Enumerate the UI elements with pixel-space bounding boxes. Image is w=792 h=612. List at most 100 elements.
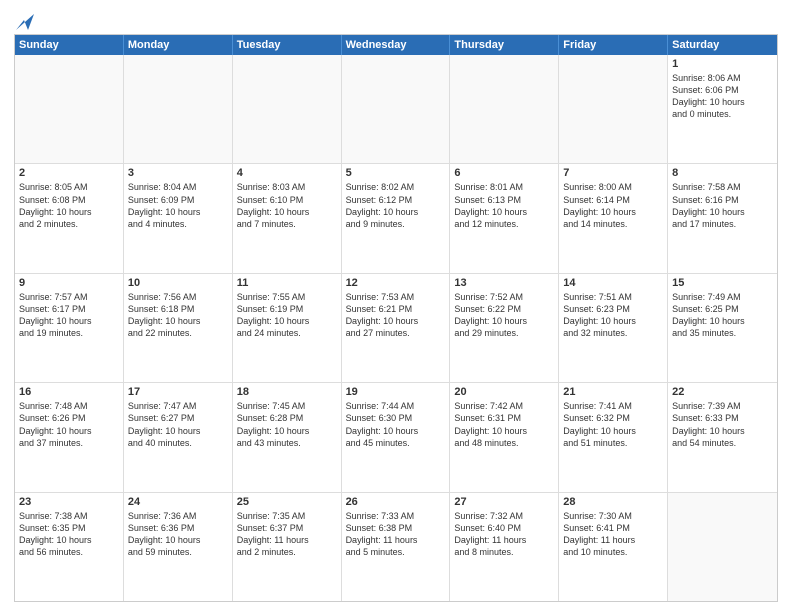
calendar-cell: 1 Sunrise: 8:06 AM Sunset: 6:06 PM Daylig…	[668, 55, 777, 163]
day-info: Sunrise: 7:38 AM Sunset: 6:35 PM Dayligh…	[19, 510, 119, 559]
calendar-body: 1 Sunrise: 8:06 AM Sunset: 6:06 PM Daylig…	[15, 55, 777, 601]
day-number: 19	[346, 386, 446, 398]
calendar-cell: 17Sunrise: 7:47 AM Sunset: 6:27 PM Dayli…	[124, 383, 233, 491]
day-number: 13	[454, 277, 554, 289]
calendar-cell	[559, 55, 668, 163]
day-info: Sunrise: 8:04 AM Sunset: 6:09 PM Dayligh…	[128, 181, 228, 230]
day-info: Sunrise: 7:52 AM Sunset: 6:22 PM Dayligh…	[454, 291, 554, 340]
calendar-header-saturday: Saturday	[668, 35, 777, 55]
calendar-cell	[233, 55, 342, 163]
calendar-cell: 20 Sunrise: 7:42 AM Sunset: 6:31 PM Dayli…	[450, 383, 559, 491]
day-info: Sunrise: 8:01 AM Sunset: 6:13 PM Dayligh…	[454, 181, 554, 230]
calendar-cell: 9 Sunrise: 7:57 AM Sunset: 6:17 PM Daylig…	[15, 274, 124, 382]
calendar-cell: 21 Sunrise: 7:41 AM Sunset: 6:32 PM Dayli…	[559, 383, 668, 491]
calendar-cell: 2Sunrise: 8:05 AM Sunset: 6:08 PM Daylig…	[15, 164, 124, 272]
calendar-cell	[15, 55, 124, 163]
day-info: Sunrise: 7:33 AM Sunset: 6:38 PM Dayligh…	[346, 510, 446, 559]
calendar-cell: 7 Sunrise: 8:00 AM Sunset: 6:14 PM Daylig…	[559, 164, 668, 272]
day-number: 27	[454, 496, 554, 508]
day-info: Sunrise: 7:56 AM Sunset: 6:18 PM Dayligh…	[128, 291, 228, 340]
day-info: Sunrise: 7:51 AM Sunset: 6:23 PM Dayligh…	[563, 291, 663, 340]
day-number: 5	[346, 167, 446, 179]
calendar-week-2: 2Sunrise: 8:05 AM Sunset: 6:08 PM Daylig…	[15, 164, 777, 273]
calendar-header-sunday: Sunday	[15, 35, 124, 55]
day-number: 12	[346, 277, 446, 289]
day-info: Sunrise: 7:41 AM Sunset: 6:32 PM Dayligh…	[563, 400, 663, 449]
calendar-week-4: 16Sunrise: 7:48 AM Sunset: 6:26 PM Dayli…	[15, 383, 777, 492]
calendar-cell: 14 Sunrise: 7:51 AM Sunset: 6:23 PM Dayli…	[559, 274, 668, 382]
calendar-week-1: 1 Sunrise: 8:06 AM Sunset: 6:06 PM Daylig…	[15, 55, 777, 164]
calendar-cell: 23Sunrise: 7:38 AM Sunset: 6:35 PM Dayli…	[15, 493, 124, 601]
day-number: 8	[672, 167, 773, 179]
calendar-cell: 10 Sunrise: 7:56 AM Sunset: 6:18 PM Dayli…	[124, 274, 233, 382]
day-info: Sunrise: 7:42 AM Sunset: 6:31 PM Dayligh…	[454, 400, 554, 449]
calendar-cell: 15 Sunrise: 7:49 AM Sunset: 6:25 PM Dayli…	[668, 274, 777, 382]
calendar-cell: 8 Sunrise: 7:58 AM Sunset: 6:16 PM Daylig…	[668, 164, 777, 272]
day-info: Sunrise: 7:55 AM Sunset: 6:19 PM Dayligh…	[237, 291, 337, 340]
day-info: Sunrise: 8:02 AM Sunset: 6:12 PM Dayligh…	[346, 181, 446, 230]
calendar-cell: 5 Sunrise: 8:02 AM Sunset: 6:12 PM Daylig…	[342, 164, 451, 272]
day-info: Sunrise: 7:32 AM Sunset: 6:40 PM Dayligh…	[454, 510, 554, 559]
day-number: 21	[563, 386, 663, 398]
logo-bird-icon	[16, 10, 34, 32]
day-number: 14	[563, 277, 663, 289]
logo	[14, 10, 34, 28]
day-number: 11	[237, 277, 337, 289]
day-info: Sunrise: 7:57 AM Sunset: 6:17 PM Dayligh…	[19, 291, 119, 340]
calendar-header: SundayMondayTuesdayWednesdayThursdayFrid…	[15, 35, 777, 55]
calendar-cell: 4Sunrise: 8:03 AM Sunset: 6:10 PM Daylig…	[233, 164, 342, 272]
day-number: 28	[563, 496, 663, 508]
calendar-cell: 26 Sunrise: 7:33 AM Sunset: 6:38 PM Dayli…	[342, 493, 451, 601]
day-info: Sunrise: 7:35 AM Sunset: 6:37 PM Dayligh…	[237, 510, 337, 559]
day-info: Sunrise: 7:47 AM Sunset: 6:27 PM Dayligh…	[128, 400, 228, 449]
calendar-cell: 18Sunrise: 7:45 AM Sunset: 6:28 PM Dayli…	[233, 383, 342, 491]
calendar: SundayMondayTuesdayWednesdayThursdayFrid…	[14, 34, 778, 602]
calendar-cell: 6 Sunrise: 8:01 AM Sunset: 6:13 PM Daylig…	[450, 164, 559, 272]
day-info: Sunrise: 7:39 AM Sunset: 6:33 PM Dayligh…	[672, 400, 773, 449]
calendar-cell: 12Sunrise: 7:53 AM Sunset: 6:21 PM Dayli…	[342, 274, 451, 382]
day-number: 20	[454, 386, 554, 398]
calendar-cell: 3 Sunrise: 8:04 AM Sunset: 6:09 PM Daylig…	[124, 164, 233, 272]
day-number: 26	[346, 496, 446, 508]
calendar-cell	[124, 55, 233, 163]
calendar-cell	[450, 55, 559, 163]
day-info: Sunrise: 8:05 AM Sunset: 6:08 PM Dayligh…	[19, 181, 119, 230]
calendar-header-friday: Friday	[559, 35, 668, 55]
header	[14, 10, 778, 28]
calendar-header-thursday: Thursday	[450, 35, 559, 55]
day-number: 18	[237, 386, 337, 398]
calendar-cell	[342, 55, 451, 163]
day-info: Sunrise: 7:36 AM Sunset: 6:36 PM Dayligh…	[128, 510, 228, 559]
day-info: Sunrise: 8:00 AM Sunset: 6:14 PM Dayligh…	[563, 181, 663, 230]
calendar-week-3: 9 Sunrise: 7:57 AM Sunset: 6:17 PM Daylig…	[15, 274, 777, 383]
day-number: 3	[128, 167, 228, 179]
day-info: Sunrise: 7:30 AM Sunset: 6:41 PM Dayligh…	[563, 510, 663, 559]
day-number: 24	[128, 496, 228, 508]
calendar-cell: 11 Sunrise: 7:55 AM Sunset: 6:19 PM Dayli…	[233, 274, 342, 382]
day-number: 6	[454, 167, 554, 179]
calendar-cell: 13 Sunrise: 7:52 AM Sunset: 6:22 PM Dayli…	[450, 274, 559, 382]
calendar-cell: 25 Sunrise: 7:35 AM Sunset: 6:37 PM Dayli…	[233, 493, 342, 601]
day-number: 9	[19, 277, 119, 289]
day-info: Sunrise: 7:44 AM Sunset: 6:30 PM Dayligh…	[346, 400, 446, 449]
calendar-header-wednesday: Wednesday	[342, 35, 451, 55]
calendar-cell: 28 Sunrise: 7:30 AM Sunset: 6:41 PM Dayli…	[559, 493, 668, 601]
calendar-cell: 22 Sunrise: 7:39 AM Sunset: 6:33 PM Dayli…	[668, 383, 777, 491]
calendar-cell: 24 Sunrise: 7:36 AM Sunset: 6:36 PM Dayli…	[124, 493, 233, 601]
calendar-cell: 19 Sunrise: 7:44 AM Sunset: 6:30 PM Dayli…	[342, 383, 451, 491]
calendar-cell: 16Sunrise: 7:48 AM Sunset: 6:26 PM Dayli…	[15, 383, 124, 491]
day-info: Sunrise: 8:06 AM Sunset: 6:06 PM Dayligh…	[672, 72, 773, 121]
day-info: Sunrise: 7:49 AM Sunset: 6:25 PM Dayligh…	[672, 291, 773, 340]
day-number: 22	[672, 386, 773, 398]
calendar-cell	[668, 493, 777, 601]
day-number: 25	[237, 496, 337, 508]
calendar-header-tuesday: Tuesday	[233, 35, 342, 55]
calendar-header-monday: Monday	[124, 35, 233, 55]
day-info: Sunrise: 7:58 AM Sunset: 6:16 PM Dayligh…	[672, 181, 773, 230]
day-number: 10	[128, 277, 228, 289]
day-info: Sunrise: 8:03 AM Sunset: 6:10 PM Dayligh…	[237, 181, 337, 230]
day-number: 15	[672, 277, 773, 289]
day-number: 7	[563, 167, 663, 179]
day-number: 1	[672, 58, 773, 70]
page-container: SundayMondayTuesdayWednesdayThursdayFrid…	[0, 0, 792, 612]
